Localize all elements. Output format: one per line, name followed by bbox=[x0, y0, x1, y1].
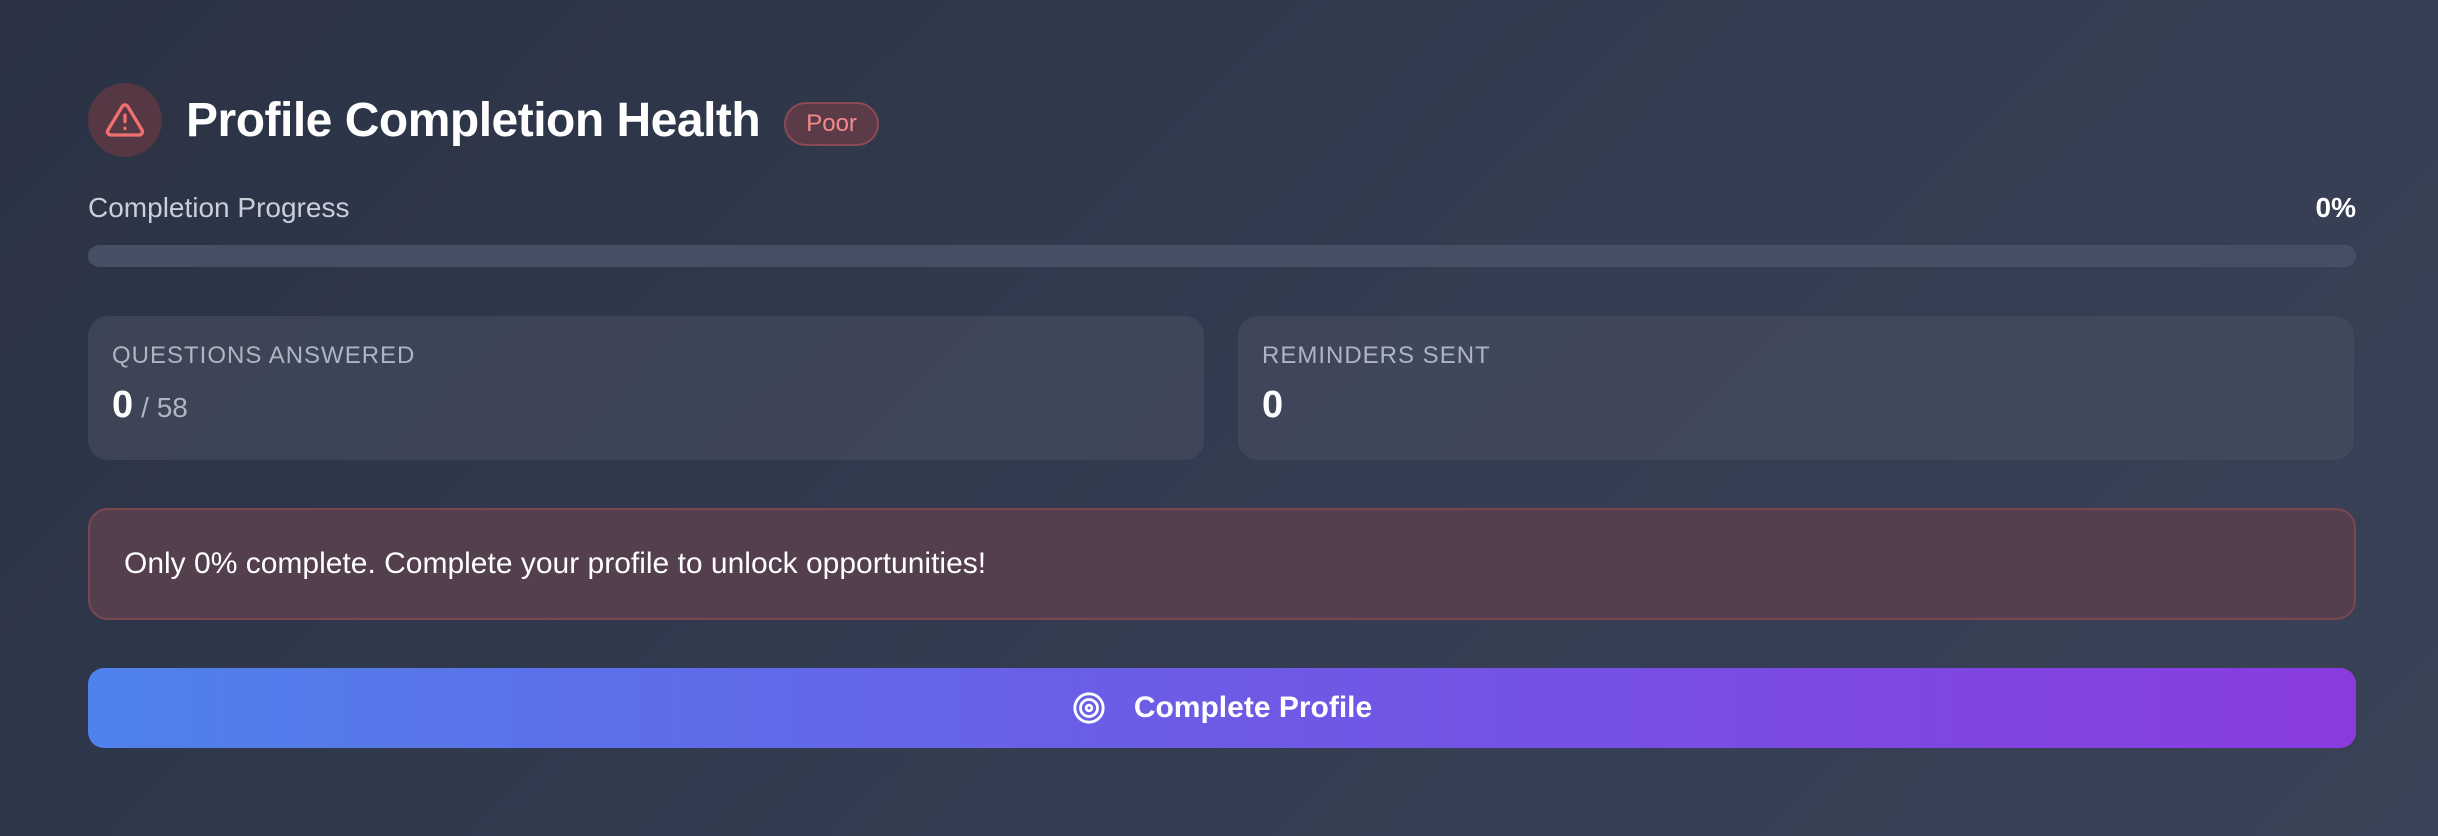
questions-answered-values: 0 / 58 bbox=[112, 384, 188, 427]
questions-answered-count: 0 bbox=[112, 384, 134, 426]
page-title: Profile Completion Health bbox=[186, 93, 761, 147]
progress-label: Completion Progress bbox=[88, 192, 350, 223]
reminders-sent-label: REMINDERS SENT bbox=[1262, 342, 1491, 369]
alert-triangle-icon bbox=[88, 83, 162, 157]
complete-profile-button[interactable]: Complete Profile bbox=[88, 668, 2356, 748]
progress-percent: 0% bbox=[2315, 192, 2356, 223]
progress-bar bbox=[88, 245, 2356, 267]
questions-answered-card: QUESTIONS ANSWERED 0 / 58 bbox=[88, 316, 1204, 460]
complete-profile-label: Complete Profile bbox=[1133, 691, 1373, 724]
questions-total: / 58 bbox=[141, 392, 188, 423]
reminders-sent-values: 0 bbox=[1262, 384, 1283, 427]
incomplete-warning: Only 0% complete. Complete your profile … bbox=[88, 508, 2356, 620]
profile-health-card: Profile Completion Health Poor Completio… bbox=[88, 0, 2356, 836]
target-icon bbox=[1072, 691, 1106, 725]
reminders-sent-card: REMINDERS SENT 0 bbox=[1238, 316, 2354, 460]
reminders-sent-count: 0 bbox=[1262, 384, 1284, 426]
card-header: Profile Completion Health Poor bbox=[88, 83, 879, 157]
questions-answered-label: QUESTIONS ANSWERED bbox=[112, 342, 416, 369]
status-badge: Poor bbox=[784, 102, 879, 146]
